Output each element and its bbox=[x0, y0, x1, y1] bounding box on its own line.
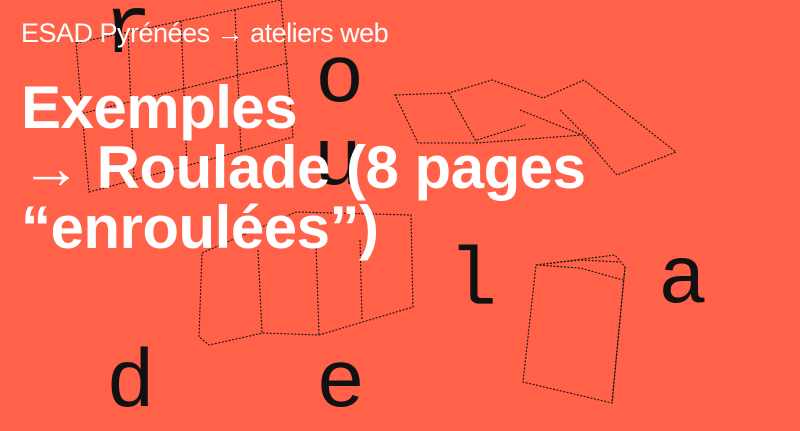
decor-letter-d: d bbox=[106, 338, 156, 431]
site-subtitle: ESAD Pyrénées → ateliers web bbox=[21, 18, 389, 48]
title-line-3: “enroulées”) bbox=[21, 194, 379, 261]
decor-letter-e: e bbox=[316, 338, 366, 431]
title-line-2: → Roulade (8 pages bbox=[21, 134, 586, 201]
page-title: Exemples → Roulade (8 pages “enroulées”) bbox=[21, 74, 586, 261]
decor-letter-l: l bbox=[448, 236, 498, 329]
title-line-1: Exemples bbox=[21, 74, 298, 141]
decor-letter-a: a bbox=[658, 234, 708, 327]
sketch-booklet bbox=[522, 254, 626, 404]
